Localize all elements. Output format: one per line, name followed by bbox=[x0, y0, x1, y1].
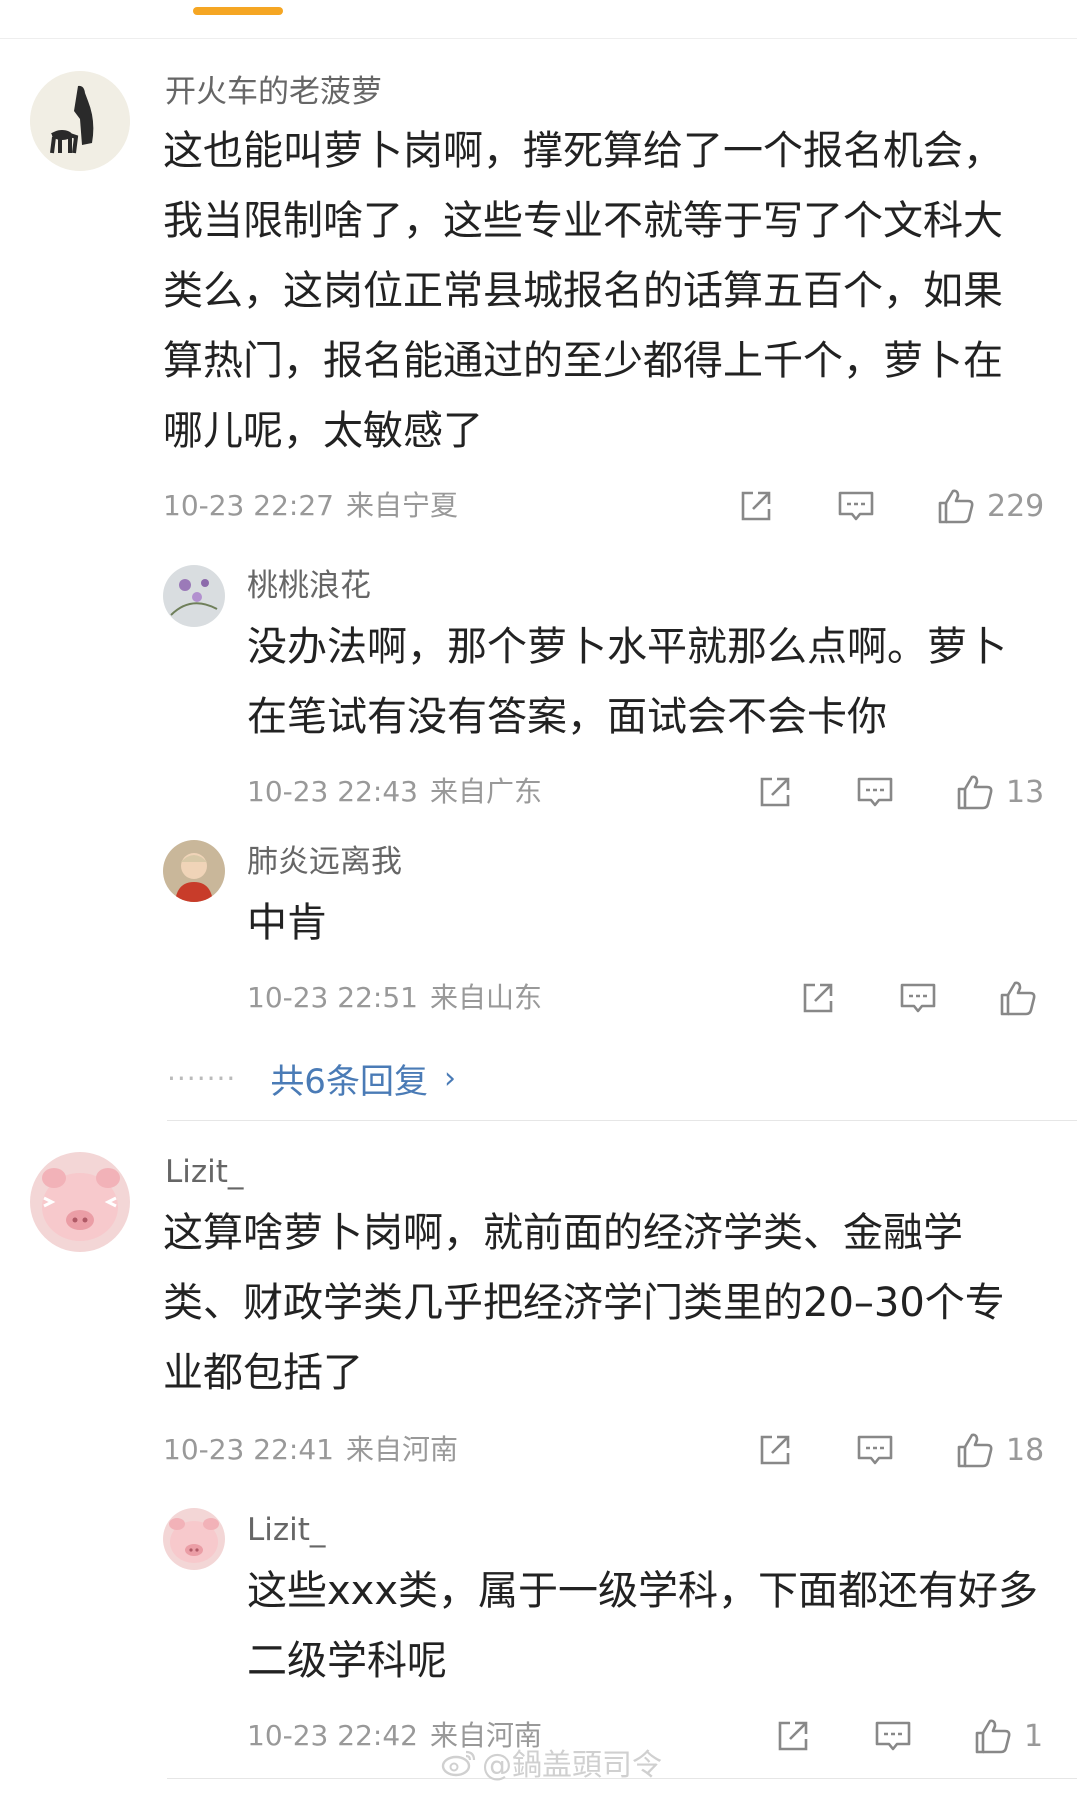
share-icon bbox=[735, 485, 777, 527]
comment-icon bbox=[854, 771, 896, 813]
comment-icon bbox=[835, 485, 877, 527]
avatar[interactable] bbox=[163, 565, 225, 627]
reply-meta: 10-23 22:51 来自山东 bbox=[247, 978, 542, 1018]
avatar[interactable] bbox=[30, 71, 130, 171]
action-bar bbox=[797, 976, 1049, 1020]
share-icon bbox=[754, 771, 796, 813]
comment-button[interactable] bbox=[897, 977, 939, 1019]
share-icon bbox=[754, 1429, 796, 1471]
timestamp: 10-23 22:43 bbox=[247, 775, 418, 808]
share-icon bbox=[772, 1715, 814, 1757]
like-button[interactable]: 1 bbox=[972, 1715, 1043, 1757]
action-bar: 229 bbox=[735, 484, 1044, 528]
comment-button[interactable] bbox=[854, 771, 896, 813]
username[interactable]: Lizit_ bbox=[247, 1510, 325, 1550]
action-bar: 13 bbox=[754, 770, 1044, 814]
watermark-text: @鍋盖頭司令 bbox=[482, 1748, 662, 1783]
share-button[interactable] bbox=[772, 1715, 814, 1757]
action-bar: 18 bbox=[754, 1428, 1044, 1472]
thumbs-up-icon bbox=[972, 1715, 1014, 1757]
like-count: 229 bbox=[987, 488, 1045, 524]
username[interactable]: 开火车的老菠萝 bbox=[165, 72, 382, 112]
chevron-right-icon: › bbox=[443, 1061, 456, 1096]
more-replies-label[interactable]: 共6条回复 bbox=[270, 1054, 428, 1103]
top-divider bbox=[0, 38, 1077, 39]
thumbs-up-icon bbox=[935, 485, 977, 527]
location: 来自广东 bbox=[429, 775, 542, 808]
comment-icon bbox=[854, 1429, 896, 1471]
comment-text: 这算啥萝卜岗啊，就前面的经济学类、金融学类、财政学类几乎把经济学门类里的20–3… bbox=[163, 1210, 1005, 1396]
reply-text: 没办法啊，那个萝卜水平就那么点啊。萝卜在笔试有没有答案，面试会不会卡你 bbox=[247, 624, 1007, 740]
thumbs-up-icon bbox=[954, 1429, 996, 1471]
more-dots: ······· bbox=[167, 1062, 237, 1095]
timestamp: 10-23 22:41 bbox=[163, 1433, 334, 1466]
avatar[interactable] bbox=[163, 840, 225, 902]
comment-meta: 10-23 22:27 来自宁夏 bbox=[163, 486, 458, 526]
like-count: 1 bbox=[1024, 1718, 1044, 1754]
timestamp: 10-23 22:42 bbox=[247, 1719, 418, 1752]
share-button[interactable] bbox=[797, 977, 839, 1019]
comment-button[interactable] bbox=[854, 1429, 896, 1471]
action-bar: 1 bbox=[772, 1714, 1043, 1758]
share-button[interactable] bbox=[754, 1429, 796, 1471]
thumbs-up-icon bbox=[997, 977, 1039, 1019]
timestamp: 10-23 22:51 bbox=[247, 981, 418, 1014]
username[interactable]: 桃桃浪花 bbox=[247, 566, 371, 606]
comment-meta: 10-23 22:41 来自河南 bbox=[163, 1430, 458, 1470]
username[interactable]: Lizit_ bbox=[165, 1152, 243, 1192]
comment-button[interactable] bbox=[872, 1715, 914, 1757]
like-button[interactable] bbox=[997, 977, 1049, 1019]
like-button[interactable]: 229 bbox=[935, 485, 1044, 527]
location: 来自山东 bbox=[429, 981, 542, 1014]
like-count: 18 bbox=[1006, 1432, 1045, 1468]
share-button[interactable] bbox=[735, 485, 777, 527]
comment-button[interactable] bbox=[835, 485, 877, 527]
reply-text: 这些xxx类，属于一级学科，下面都还有好多二级学科呢 bbox=[247, 1568, 1039, 1684]
comment-icon bbox=[897, 977, 939, 1019]
location: 来自宁夏 bbox=[345, 489, 458, 522]
weibo-logo-icon bbox=[441, 1750, 476, 1777]
like-button[interactable]: 18 bbox=[954, 1429, 1044, 1471]
avatar[interactable] bbox=[30, 1152, 130, 1252]
like-count: 13 bbox=[1006, 774, 1045, 810]
tab-indicator bbox=[193, 7, 283, 15]
comment-icon bbox=[872, 1715, 914, 1757]
reply-meta: 10-23 22:43 来自广东 bbox=[247, 772, 542, 812]
timestamp: 10-23 22:27 bbox=[163, 489, 334, 522]
comment-text: 这也能叫萝卜岗啊，撑死算给了一个报名机会，我当限制啥了，这些专业不就等于写了个文… bbox=[163, 128, 1003, 454]
thumbs-up-icon bbox=[954, 771, 996, 813]
watermark: @鍋盖頭司令 bbox=[440, 1740, 662, 1784]
reply-text: 中肯 bbox=[247, 900, 327, 946]
comment-divider bbox=[167, 1120, 1077, 1121]
username[interactable]: 肺炎远离我 bbox=[247, 842, 402, 882]
avatar[interactable] bbox=[163, 1508, 225, 1570]
like-button[interactable]: 13 bbox=[954, 771, 1044, 813]
more-replies-link[interactable]: ······· 共6条回复 › bbox=[167, 1054, 456, 1103]
share-button[interactable] bbox=[754, 771, 796, 813]
share-icon bbox=[797, 977, 839, 1019]
location: 来自河南 bbox=[345, 1433, 458, 1466]
